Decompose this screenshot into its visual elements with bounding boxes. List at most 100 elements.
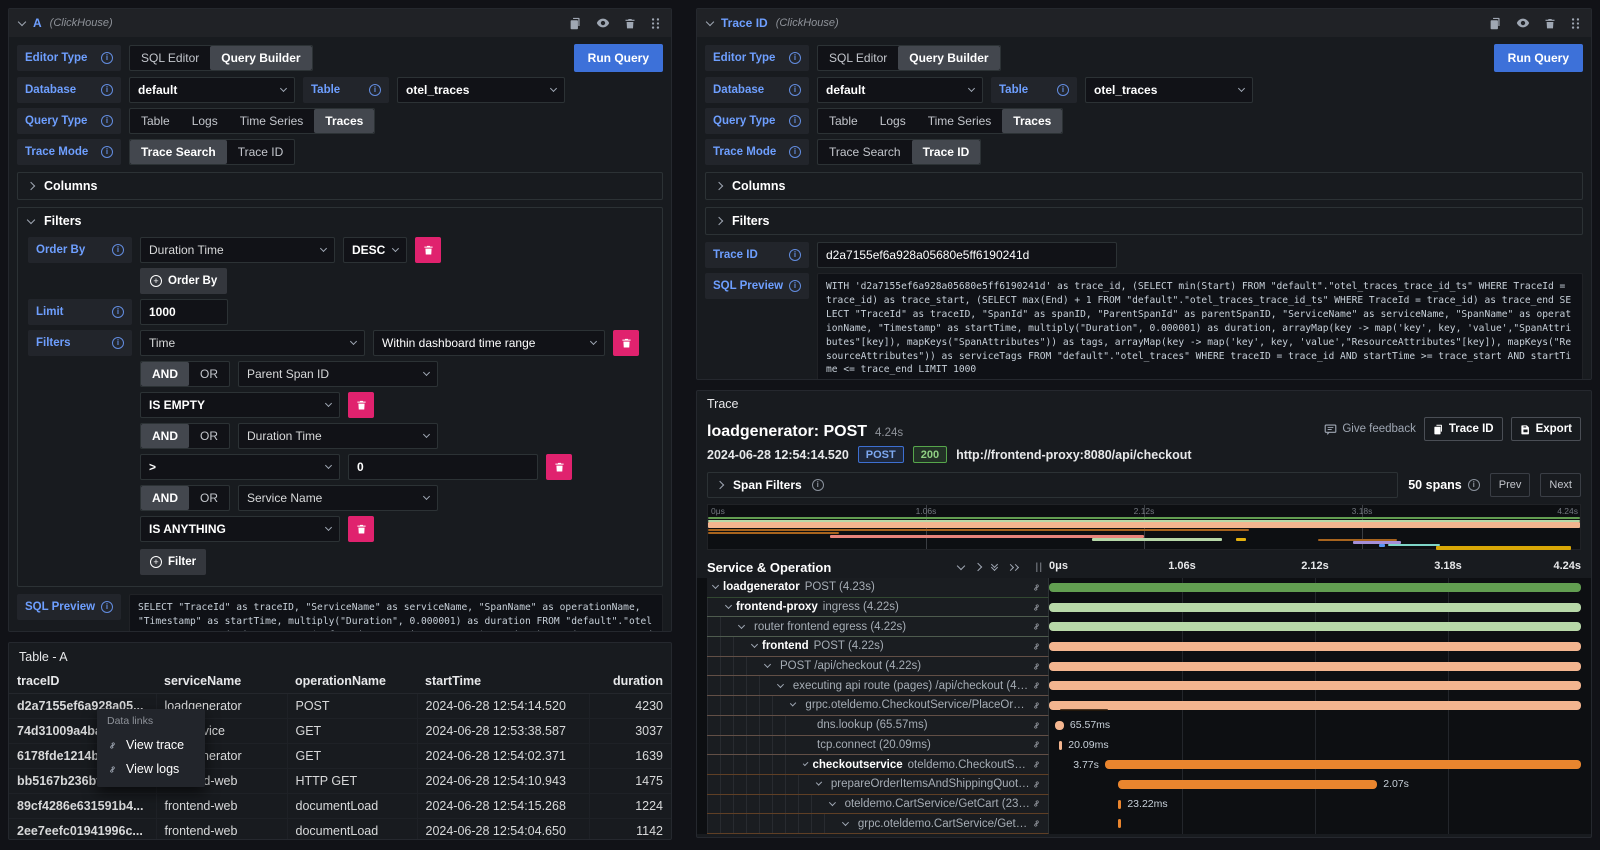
option-and[interactable]: AND [141,362,189,386]
chevron-down-icon[interactable] [27,215,35,223]
span-expand-chevron[interactable] [738,622,745,629]
option-trace-id[interactable]: Trace ID [912,140,981,164]
span-link-icon[interactable] [1031,818,1042,829]
trace-id-link[interactable]: 2ee7eefc01941996c... [9,819,156,841]
remove-filter-button[interactable] [613,330,639,356]
span-row[interactable]: router frontend egress (4.22s) [697,617,1591,637]
view-logs-link[interactable]: View logs [107,757,195,781]
info-icon[interactable]: i [1468,479,1480,491]
column-resize-handle[interactable]: || [1035,562,1043,573]
span-expand-chevron[interactable] [803,760,809,766]
column-header-duration[interactable]: duration [589,669,671,694]
info-icon[interactable]: i [101,146,113,158]
collapse-all-icon[interactable] [992,565,997,570]
option-and[interactable]: AND [141,486,189,510]
span-row[interactable]: tcp.connect (20.09ms)20.09ms [697,736,1591,756]
span-duration-bar[interactable] [1049,701,1581,710]
filter-value-select[interactable]: Within dashboard time range [373,330,605,356]
export-button[interactable]: Export [1511,417,1581,441]
span-expand-chevron[interactable] [790,701,797,708]
database-select[interactable]: default [129,77,295,103]
next-button[interactable]: Next [1540,473,1581,497]
add-filter-button[interactable]: +Filter [140,549,206,575]
info-icon[interactable]: i [112,306,124,318]
columns-section[interactable]: Columns [705,172,1583,200]
span-row[interactable]: prepareOrderItemsAndShippingQuoteFromCar… [697,775,1591,795]
remove-order-by-button[interactable] [415,237,441,263]
trash-icon[interactable] [624,17,636,30]
prev-button[interactable]: Prev [1490,473,1531,497]
span-duration-bar[interactable] [1118,800,1122,809]
span-row[interactable]: loadgeneratorPOST (4.23s) [697,578,1591,598]
database-select[interactable]: default [817,77,983,103]
span-link-icon[interactable] [1031,759,1042,770]
drag-handle-icon[interactable] [1570,17,1581,30]
info-icon[interactable]: i [369,84,381,96]
option-time-series[interactable]: Time Series [917,109,1003,133]
span-link-icon[interactable] [1031,602,1042,613]
condition-field-select[interactable]: Parent Span ID [238,361,438,387]
option-or[interactable]: OR [189,486,229,510]
span-row[interactable]: executing api route (pages) /api/checkou… [697,676,1591,696]
run-query-button[interactable]: Run Query [1494,44,1583,72]
condition-field-select[interactable]: Service Name [238,485,438,511]
option-logs[interactable]: Logs [869,109,917,133]
span-expand-chevron[interactable] [777,681,784,688]
span-expand-chevron[interactable] [712,582,719,589]
span-duration-bar[interactable] [1105,760,1581,769]
collapse-chevron-icon[interactable] [18,17,26,25]
span-link-icon[interactable] [1031,621,1042,632]
panel-a-header[interactable]: A (ClickHouse) [9,9,671,37]
span-row[interactable]: grpc.oteldemo.CartService/GetCart [697,814,1591,834]
collapse-one-icon[interactable] [957,561,965,569]
info-icon[interactable]: i [1057,84,1069,96]
table-select[interactable]: otel_traces [1085,77,1253,103]
remove-condition-button[interactable] [348,392,374,418]
span-row[interactable]: POST /api/checkout (4.22s) [697,657,1591,677]
option-table[interactable]: Table [130,109,181,133]
copy-icon[interactable] [569,17,582,30]
info-icon[interactable]: i [789,146,801,158]
option-or[interactable]: OR [189,424,229,448]
collapse-chevron-icon[interactable] [706,17,714,25]
panel-trace-id-header[interactable]: Trace ID (ClickHouse) [697,9,1591,37]
condition-field-select[interactable]: Duration Time [238,423,438,449]
option-traces[interactable]: Traces [1002,109,1062,133]
span-duration-bar[interactable] [1055,721,1064,730]
span-expand-chevron[interactable] [829,799,836,806]
trace-id-link[interactable]: 89cf4286e631591b4... [9,794,156,819]
span-link-icon[interactable] [1031,779,1042,790]
condition-operator-select[interactable]: IS EMPTY [140,392,340,418]
info-icon[interactable]: i [789,280,801,292]
span-link-icon[interactable] [1031,641,1042,652]
info-icon[interactable]: i [789,249,801,261]
option-query-builder[interactable]: Query Builder [898,46,999,70]
trace-minimap[interactable]: 0μs1.06s2.12s3.18s4.24s [707,504,1581,550]
condition-operator-select[interactable]: IS ANYTHING [140,516,340,542]
remove-condition-button[interactable] [348,516,374,542]
span-row[interactable]: grpc.oteldemo.CheckoutService/PlaceOrder… [697,696,1591,716]
span-row[interactable]: dns.lookup (65.57ms)65.57ms [697,716,1591,736]
filter-field-select[interactable]: Time [140,330,365,356]
give-feedback-link[interactable]: Give feedback [1324,423,1416,436]
span-link-icon[interactable] [1031,700,1042,711]
span-link-icon[interactable] [1031,798,1042,809]
run-query-button[interactable]: Run Query [574,44,663,72]
condition-value-input[interactable]: 0 [348,454,538,480]
column-header-traceID[interactable]: traceID [9,669,156,694]
span-expand-chevron[interactable] [764,661,771,668]
span-duration-bar[interactable] [1049,642,1581,651]
column-header-serviceName[interactable]: serviceName [156,669,287,694]
span-duration-bar[interactable] [1049,583,1581,592]
span-expand-chevron[interactable] [816,780,822,786]
copy-icon[interactable] [1489,17,1502,30]
option-logs[interactable]: Logs [181,109,229,133]
span-link-icon[interactable] [1031,661,1042,672]
option-sql-editor[interactable]: SQL Editor [818,46,898,70]
option-or[interactable]: OR [189,362,229,386]
trash-icon[interactable] [1544,17,1556,30]
order-by-field-select[interactable]: Duration Time [140,237,335,263]
span-link-icon[interactable] [1031,680,1042,691]
column-header-startTime[interactable]: startTime [417,669,589,694]
option-trace-search[interactable]: Trace Search [130,140,227,164]
